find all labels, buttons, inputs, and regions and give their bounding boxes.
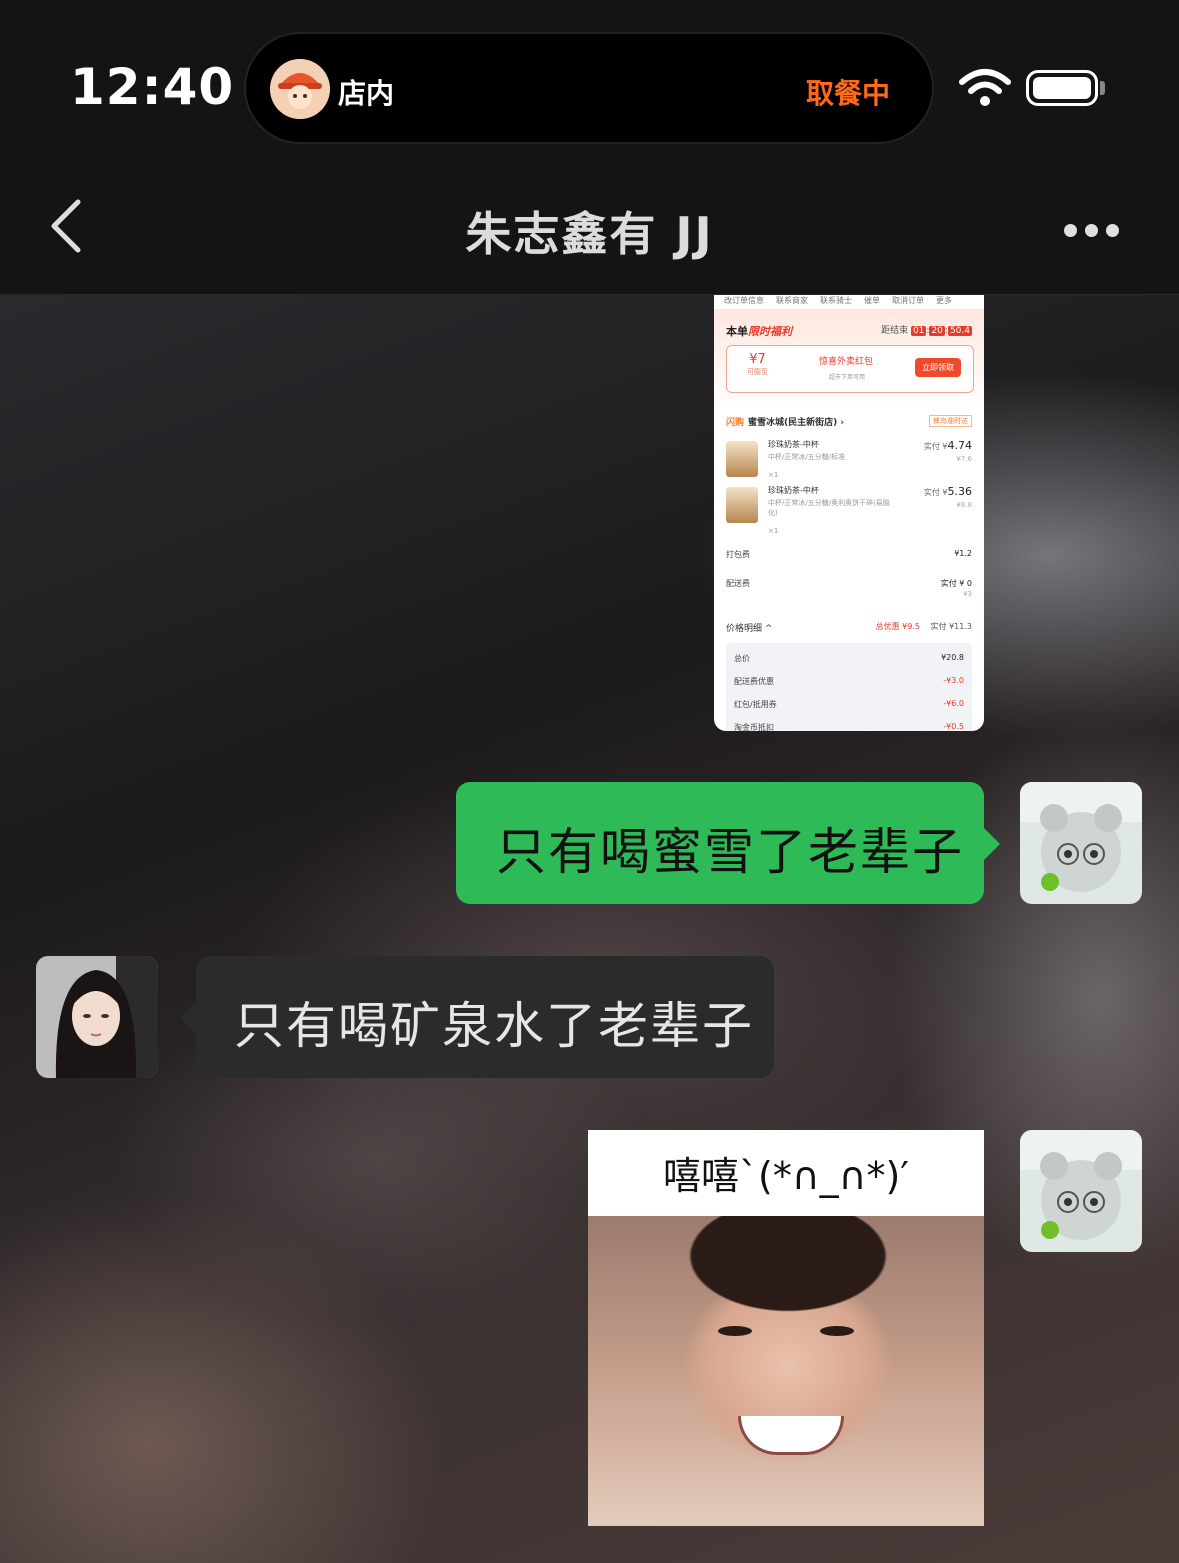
live-activity-label: 店内 — [338, 77, 395, 110]
coupon-card: ¥7 可膨至 惊喜外卖红包 超市下单可用 立即领取 — [726, 345, 974, 393]
price-detail-box: 总价 ¥20.8 配送费优惠 -¥3.0 红包/抵用券 -¥6.0 淘金币抵扣 -¥0.… — [726, 643, 972, 731]
claim-coupon-button: 立即领取 — [915, 358, 961, 377]
battery-icon — [1026, 70, 1098, 106]
dynamic-island-live-activity[interactable]: 店内 取餐中 — [244, 32, 934, 144]
limited-benefit-section: 本单限时福利 距结束 01:20:50.4 ¥7 可膨至 惊喜外卖红包 超市下单可… — [714, 309, 984, 409]
delivery-rider-avatar-icon — [270, 59, 330, 119]
packing-fee-row: 打包费 ¥1.2 — [726, 549, 972, 559]
my-avatar[interactable] — [1020, 1130, 1142, 1252]
milk-tea-thumbnail — [726, 487, 758, 523]
chat-messages[interactable]: 改订单信息 联系商家 联系骑士 催单 取消订单 更多 本单限时福利 距结束 01:20:5… — [0, 295, 1179, 1563]
sticker-message[interactable]: 嘻嘻`(*∩_∩*)′ — [588, 1130, 984, 1526]
order-tabs: 改订单信息 联系商家 联系骑士 催单 取消订单 更多 — [714, 295, 984, 309]
sticker-photo — [588, 1216, 984, 1526]
sticker-eye-right — [820, 1326, 854, 1336]
battery-tip — [1100, 81, 1105, 95]
my-avatar[interactable] — [1020, 782, 1142, 904]
benefit-title: 本单限时福利 — [726, 325, 792, 338]
my-message-bubble[interactable]: 只有喝蜜雪了老辈子 — [456, 782, 1000, 904]
contact-message-bubble[interactable]: 只有喝矿泉水了老辈子 — [180, 956, 774, 1078]
sticker-eye-left — [718, 1326, 752, 1336]
more-dots-icon[interactable] — [1064, 222, 1128, 242]
sticker-caption: 嘻嘻`(*∩_∩*)′ — [663, 1154, 909, 1198]
chat-title: 朱志鑫有 JJ — [465, 207, 714, 261]
wifi-icon — [959, 69, 1011, 106]
contact-avatar[interactable] — [36, 956, 158, 1078]
milk-tea-thumbnail — [726, 441, 758, 477]
delivery-badge: 蜂鸟准时达 — [929, 415, 972, 427]
live-activity-status: 取餐中 — [805, 77, 890, 110]
delivery-fee-row: 配送费 实付 ¥ 0 ¥3 — [726, 579, 972, 598]
price-detail-header: 价格明细 ^ 总优惠 ¥9.5 实付 ¥11.3 — [726, 622, 972, 634]
countdown: 距结束 01:20:50.4 — [881, 326, 972, 336]
sticker-smile — [738, 1416, 844, 1455]
status-time: 12:40 — [70, 58, 235, 116]
order-item: 珍珠奶茶-中杯 中杯/正常冰/五分糖/奥利奥饼干碎(易融化) ×1 实付 ¥5.… — [726, 485, 972, 535]
chat-header: 朱志鑫有 JJ — [0, 170, 1179, 295]
status-bar: 12:40 店内 取餐中 — [0, 0, 1179, 170]
order-screenshot-image[interactable]: 改订单信息 联系商家 联系骑士 催单 取消订单 更多 本单限时福利 距结束 01:20:5… — [714, 295, 984, 731]
order-item: 珍珠奶茶-中杯 中杯/正常冰/五分糖/标准 ×1 实付 ¥4.74 ¥7.6 — [726, 439, 972, 483]
store-name: 闪购 蜜雪冰城(民主新街店) › — [726, 418, 845, 428]
